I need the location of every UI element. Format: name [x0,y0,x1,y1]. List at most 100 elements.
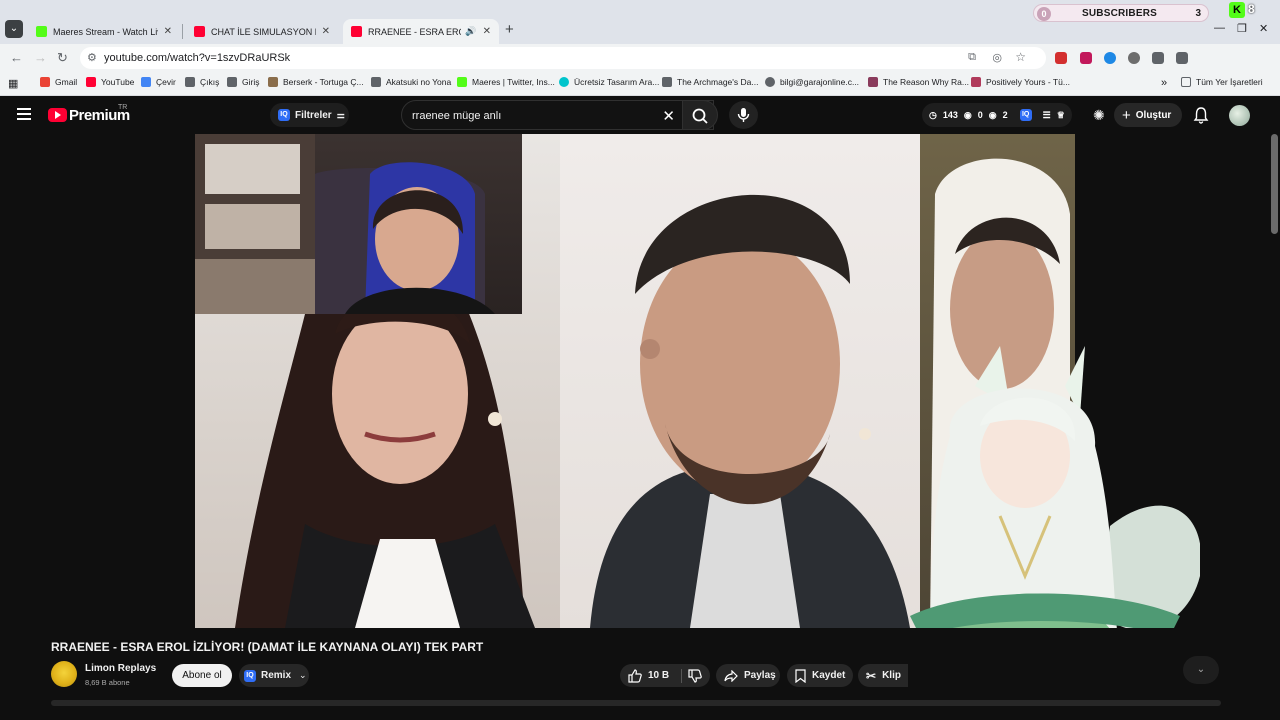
microphone-icon [737,108,750,122]
tab-search-menu-button[interactable]: ⌄ [5,20,23,38]
like-button[interactable]: 10 B [628,668,670,683]
url-text: youtube.com/watch?v=1szvDRaURSk [104,52,291,64]
more-bookmarks-chevron-icon[interactable]: » [1161,77,1167,89]
subscribe-button[interactable]: Abone ol [172,664,232,687]
all-bookmarks-folder[interactable]: Tüm Yer İşaretleri [1181,77,1263,87]
bookmark-positively-yours[interactable]: Positively Yours - Tü... [971,77,1070,87]
bookmark-giris[interactable]: Giriş [227,77,259,87]
like-count: 10 B [648,670,670,681]
bookmark-label: bilgi@garajonline.c... [780,77,860,87]
save-button[interactable]: Kaydet [787,664,853,687]
bookmark-reason-why[interactable]: The Reason Why Ra... [868,77,969,87]
youtube-header: Premium TR IQ Filtreler ⚌ rraenee müge a… [0,96,1280,134]
search-icon [692,108,708,124]
divider [681,668,683,683]
reload-icon[interactable]: ↻ [57,50,68,66]
filters-label: Filtreler [295,109,332,121]
tab-rraenee-active[interactable]: RRAENEE - ESRA EROL İZLİ 🔊 ✕ [343,19,499,44]
bookmark-star-icon[interactable]: ☆ [1015,50,1026,64]
bookmark-label: Giriş [242,77,260,87]
tab-separator [182,24,183,39]
extension-icon[interactable] [1080,52,1092,64]
bookmark-cevir[interactable]: Çevir [141,77,176,87]
bookmark-label: YouTube [101,77,135,87]
bookmark-cikis[interactable]: Çıkış [185,77,219,87]
canva-icon [559,77,569,87]
gmail-icon [40,77,50,87]
clear-search-icon[interactable]: ✕ [662,107,675,125]
eye-off-icon[interactable]: ◎ [992,51,1002,64]
extension-gear-icon[interactable]: ✺ [1093,107,1105,124]
channel-avatar[interactable] [51,661,77,687]
kick-logo-icon: K [1229,2,1245,18]
maximize-icon[interactable]: ❐ [1237,22,1247,35]
bookmark-canva[interactable]: Ücretsiz Tasarım Ara... [559,77,659,87]
clip-button[interactable]: ✂ Klip [858,664,908,687]
page-scrollbar[interactable] [1271,134,1278,234]
remix-button[interactable]: IQ Remix ⌄ [239,664,309,687]
new-tab-button[interactable]: + [505,21,514,38]
trophy-icon: ♕ [1056,109,1065,120]
iq-extension-icon: IQ [1019,109,1032,121]
folder-icon [1181,77,1191,87]
create-button[interactable]: + Oluştur [1114,103,1182,127]
vtuber-character-image [910,346,1202,628]
bookmark-label: Positively Yours - Tü... [986,77,1070,87]
bookmark-berserk[interactable]: Berserk - Tortuga Ç... [268,77,364,87]
share-label: Paylaş [744,670,776,681]
page-icon [971,77,981,87]
man-figure-image [590,194,910,628]
minimize-icon[interactable]: — [1214,22,1225,34]
thumbs-down-icon[interactable] [688,668,702,683]
close-window-icon[interactable]: ✕ [1259,22,1268,35]
close-tab-icon[interactable]: ✕ [483,26,491,37]
bookmark-maeres[interactable]: Maeres | Twitter, Ins... [457,77,555,87]
kick-favicon-icon [36,26,47,37]
page-icon [868,77,878,87]
bookmark-label: Çıkış [200,77,220,87]
menu-hamburger-icon[interactable] [17,108,31,120]
extension-icon[interactable] [1128,52,1140,64]
youtube-logo-icon[interactable] [48,108,67,122]
forward-arrow-icon[interactable]: → [34,50,47,65]
search-button[interactable] [682,100,718,130]
apps-grid-icon[interactable]: ▦ [8,77,18,90]
extension-stats-pill[interactable]: ◷ 143 ◉ 0 ◉ 2 IQ ☰ ♕ [922,103,1072,127]
bookmark-gmail[interactable]: Gmail [40,77,77,87]
back-arrow-icon[interactable]: ← [10,50,23,65]
share-button[interactable]: Paylaş [716,664,780,687]
bookmark-youtube[interactable]: YouTube [86,77,134,87]
media-control-icon[interactable] [1176,52,1188,64]
page-icon [268,77,278,87]
close-tab-icon[interactable]: ✕ [164,26,172,37]
channel-name[interactable]: Limon Replays [85,663,156,674]
bookmark-archmage[interactable]: The Archmage's Da... [662,77,758,87]
site-info-icon[interactable]: ⚙ [87,51,97,64]
bookmark-label: Çevir [156,77,176,87]
create-label: Oluştur [1135,109,1172,121]
extension-icon[interactable] [1055,52,1067,64]
streamer-webcam-overlay [195,134,522,314]
kick-icon [457,77,467,87]
bookmark-akatsuki[interactable]: Akatsuki no Yona [371,77,451,87]
bookmark-label: Gmail [55,77,78,87]
tab-chat-simulasyon[interactable]: CHAT İLE SIMULASYON KEYFİ | ✕ [186,19,338,44]
extension-icon[interactable] [1104,52,1116,64]
audio-playing-icon[interactable]: 🔊 [465,26,476,37]
account-avatar[interactable] [1229,105,1250,126]
notifications-bell-icon[interactable] [1193,106,1209,124]
address-bar[interactable]: ⚙ youtube.com/watch?v=1szvDRaURSk ⧉ ◎ ☆ [80,47,1046,69]
plus-icon: + [1122,106,1131,124]
thumbs-up-icon [628,668,642,683]
tab-maeres-stream[interactable]: Maeres Stream - Watch Live on ✕ [28,19,180,44]
extensions-puzzle-icon[interactable] [1152,52,1164,64]
bookmark-garajonline[interactable]: bilgi@garajonline.c... [765,77,859,87]
filters-button[interactable]: IQ Filtreler ⚌ [270,103,349,127]
voice-search-button[interactable] [729,101,758,129]
list-icon: ☰ [1042,109,1051,120]
close-tab-icon[interactable]: ✕ [322,26,330,37]
more-options-chevron-icon[interactable]: ⌄ [1183,656,1219,684]
install-app-icon[interactable]: ⧉ [968,51,976,64]
search-input[interactable]: rraenee müge anlı ✕ [401,100,714,130]
video-player[interactable] [0,134,1280,628]
